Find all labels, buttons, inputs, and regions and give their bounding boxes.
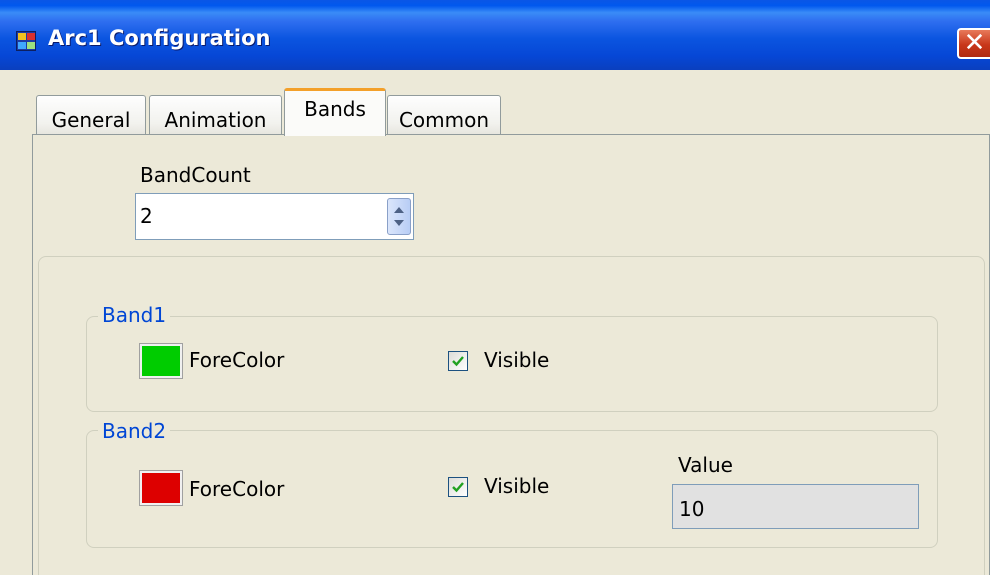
tab-general[interactable]: General (36, 95, 146, 135)
band2-visible-checkbox[interactable] (448, 477, 468, 497)
band1-forecolor-swatch[interactable] (139, 343, 183, 379)
app-window-icon (16, 31, 36, 51)
band2-forecolor-label: ForeColor (189, 477, 285, 501)
band1-forecolor-label: ForeColor (189, 348, 285, 372)
tab-common[interactable]: Common (387, 95, 501, 135)
band2-forecolor-swatch[interactable] (139, 470, 183, 506)
band2-visible-label: Visible (484, 474, 550, 498)
band-count-label: BandCount (140, 163, 251, 187)
checkmark-icon (452, 482, 464, 493)
spin-updown-icon[interactable] (387, 198, 411, 235)
tab-general-label: General (51, 108, 131, 132)
band2-value-text[interactable]: 10 (679, 497, 704, 521)
tab-common-label: Common (398, 108, 490, 132)
band1-visible-label: Visible (484, 348, 550, 372)
title-bar[interactable]: Arc1 Configuration ✕ (0, 0, 990, 70)
tab-animation-label: Animation (164, 108, 267, 132)
band-count-stepper[interactable]: 2 (135, 193, 414, 240)
checkmark-icon (452, 356, 464, 367)
tab-bands-label: Bands (304, 97, 366, 121)
band2-value-label: Value (678, 453, 733, 477)
tab-animation[interactable]: Animation (149, 95, 282, 135)
window-title: Arc1 Configuration (48, 26, 271, 50)
close-icon: ✕ (963, 28, 986, 58)
band1-visible-checkbox[interactable] (448, 351, 468, 371)
tab-bands[interactable]: Bands (284, 88, 386, 136)
config-dialog: Arc1 Configuration ✕ General Animation B… (0, 0, 990, 575)
band1-group-title: Band1 (98, 303, 171, 327)
band2-value-field[interactable]: 10 (672, 484, 919, 529)
close-button[interactable]: ✕ (957, 28, 990, 59)
band2-group-title: Band2 (98, 419, 171, 443)
band-count-value[interactable]: 2 (140, 204, 153, 228)
